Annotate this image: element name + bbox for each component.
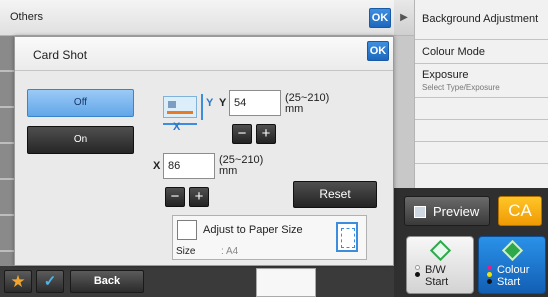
y-field-label: Y bbox=[219, 97, 227, 109]
reset-button[interactable]: Reset bbox=[293, 181, 377, 208]
setting-empty-slot bbox=[415, 98, 548, 120]
card-shot-ok-button[interactable]: OK bbox=[367, 41, 389, 61]
others-title: Others bbox=[10, 11, 44, 23]
y-minus-button[interactable]: − bbox=[232, 124, 252, 144]
checkmark-icon[interactable]: ✓ bbox=[36, 270, 64, 293]
setting-empty-slot bbox=[415, 142, 548, 164]
others-ok-button[interactable]: OK bbox=[369, 8, 391, 28]
dialog-header: Card Shot bbox=[15, 37, 393, 71]
setting-exposure[interactable]: Exposure Select Type/Exposure bbox=[415, 64, 548, 98]
y-plus-button[interactable]: + bbox=[256, 124, 276, 144]
start-diamond-icon bbox=[501, 239, 524, 262]
card-icon-x-axis: X bbox=[173, 121, 181, 133]
panel-edge bbox=[394, 36, 414, 188]
x-range: (25~210) mm bbox=[219, 155, 263, 177]
setting-label: Exposure bbox=[422, 69, 469, 81]
clear-all-button[interactable]: CA bbox=[498, 196, 542, 226]
start-diamond-icon bbox=[429, 239, 452, 262]
back-button[interactable]: Back bbox=[70, 270, 144, 293]
y-range: (25~210) mm bbox=[285, 93, 329, 115]
settings-list: Background Adjustment Colour Mode Exposu… bbox=[414, 0, 548, 188]
setting-colour-mode[interactable]: Colour Mode bbox=[415, 40, 548, 64]
card-shot-dialog: Card Shot OK Off On Y X Y 54 (25~210) mm… bbox=[14, 36, 394, 266]
size-value: : A4 bbox=[221, 246, 239, 257]
x-unit-text: mm bbox=[219, 165, 238, 177]
document-preview-thumbnail bbox=[256, 268, 316, 297]
card-shot-on-toggle[interactable]: On bbox=[27, 126, 134, 154]
card-shot-off-toggle[interactable]: Off bbox=[27, 89, 134, 117]
y-unit-text: mm bbox=[285, 103, 304, 115]
setting-empty-slot bbox=[415, 120, 548, 142]
adjust-to-paper-size-panel: Adjust to Paper Size Size : A4 bbox=[172, 215, 367, 260]
setting-label: Background Adjustment bbox=[422, 13, 539, 25]
colour-start-line1: Colour bbox=[497, 264, 530, 276]
preview-label: Preview bbox=[433, 204, 480, 219]
adjust-to-paper-size-checkbox[interactable] bbox=[177, 220, 197, 240]
dialog-title: Card Shot bbox=[33, 48, 88, 62]
bw-start-label: B/W Start bbox=[425, 264, 448, 288]
card-icon-y-axis: Y bbox=[206, 97, 214, 109]
bw-dot-icon bbox=[415, 265, 422, 279]
others-title-bar: Others bbox=[0, 0, 394, 36]
x-plus-button[interactable]: + bbox=[189, 187, 209, 207]
cmyk-dot-icon bbox=[487, 265, 494, 286]
preview-icon bbox=[414, 206, 426, 218]
setting-background-adjustment[interactable]: Background Adjustment bbox=[415, 0, 548, 40]
left-menu-strip bbox=[0, 36, 14, 266]
setting-label: Colour Mode bbox=[422, 46, 485, 58]
card-dimensions-icon bbox=[161, 90, 207, 134]
paper-size-icon bbox=[336, 222, 358, 252]
x-field-label: X bbox=[153, 160, 161, 172]
preview-button[interactable]: Preview bbox=[404, 196, 490, 226]
favorite-star-icon[interactable]: ★ bbox=[4, 270, 32, 293]
panel-toggle-arrow-icon[interactable]: ▶ bbox=[394, 0, 414, 36]
colour-start-line2: Start bbox=[497, 276, 521, 288]
x-minus-button[interactable]: − bbox=[165, 187, 185, 207]
colour-start-label: Colour Start bbox=[497, 264, 529, 288]
setting-sublabel: Select Type/Exposure bbox=[422, 83, 500, 92]
x-length-input[interactable]: 86 bbox=[163, 153, 215, 179]
colour-start-button[interactable]: Colour Start bbox=[478, 236, 546, 294]
bw-start-line1: B/W bbox=[425, 264, 446, 276]
bw-start-line2: Start bbox=[425, 276, 449, 288]
size-label: Size bbox=[176, 246, 196, 257]
bw-start-button[interactable]: B/W Start bbox=[406, 236, 474, 294]
adjust-to-paper-size-label: Adjust to Paper Size bbox=[203, 224, 303, 236]
y-length-input[interactable]: 54 bbox=[229, 90, 281, 116]
bottom-bar: ★ ✓ Back bbox=[0, 266, 396, 297]
